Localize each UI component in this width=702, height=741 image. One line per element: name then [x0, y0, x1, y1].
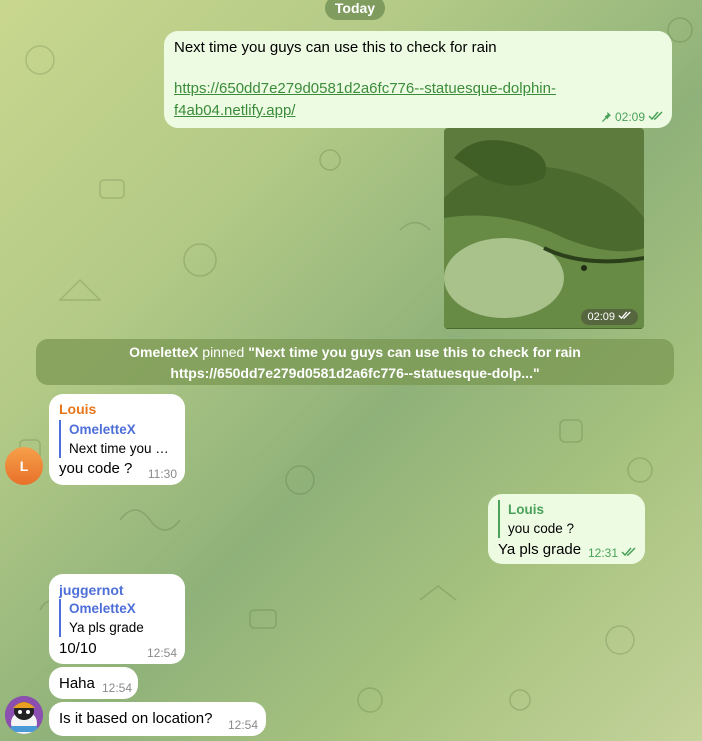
message-text: Ya pls grade: [498, 541, 582, 558]
message-time: 11:30: [147, 467, 177, 481]
sticker-image[interactable]: 02:09: [444, 128, 644, 329]
message-bubble-incoming[interactable]: juggernot OmeletteX Ya pls grade 10/10 1…: [49, 574, 185, 664]
sender-name: juggernot: [59, 582, 124, 598]
message-text: Haha: [59, 675, 95, 692]
avatar-louis[interactable]: L: [5, 447, 43, 485]
avatar-juggernot[interactable]: [5, 696, 43, 734]
crocodile-sticker-icon: [444, 128, 644, 329]
message-bubble-outgoing[interactable]: Louis you code ? Ya pls grade 12:31: [488, 494, 645, 564]
message-time: 12:54: [101, 681, 132, 695]
double-check-icon: [648, 111, 663, 121]
message-text: Next time you guys can use this to check…: [174, 39, 497, 56]
message-time: 12:54: [227, 718, 258, 732]
sender-name: Louis: [59, 401, 97, 417]
message-text: 10/10: [59, 640, 97, 657]
message-bubble-incoming[interactable]: Haha 12:54: [49, 667, 138, 699]
double-check-icon: [621, 547, 636, 557]
message-meta: 02:09: [601, 110, 664, 124]
reply-preview[interactable]: OmeletteX Next time you …: [59, 420, 169, 458]
reply-preview[interactable]: OmeletteX Ya pls grade: [59, 599, 144, 637]
message-bubble-outgoing[interactable]: Next time you guys can use this to check…: [164, 31, 672, 128]
date-separator: Today: [325, 0, 385, 20]
message-bubble-incoming[interactable]: Louis OmeletteX Next time you … you code…: [49, 394, 185, 485]
message-text: you code ?: [59, 460, 133, 477]
message-time: 12:54: [146, 646, 177, 660]
message-text: Is it based on location?: [59, 710, 213, 727]
reply-preview[interactable]: Louis you code ?: [498, 500, 574, 538]
penguin-avatar-icon: [5, 696, 43, 734]
message-bubble-incoming[interactable]: Is it based on location? 12:54: [49, 702, 266, 736]
pinned-message-notice[interactable]: OmeletteX pinned "Next time you guys can…: [36, 339, 674, 385]
message-link[interactable]: https://650dd7e279d0581d2a6fc776--statue…: [174, 78, 556, 122]
message-meta: 12:31: [588, 546, 637, 560]
double-check-icon: [618, 311, 631, 320]
sticker-meta: 02:09: [581, 309, 638, 325]
pin-icon: [601, 111, 612, 122]
